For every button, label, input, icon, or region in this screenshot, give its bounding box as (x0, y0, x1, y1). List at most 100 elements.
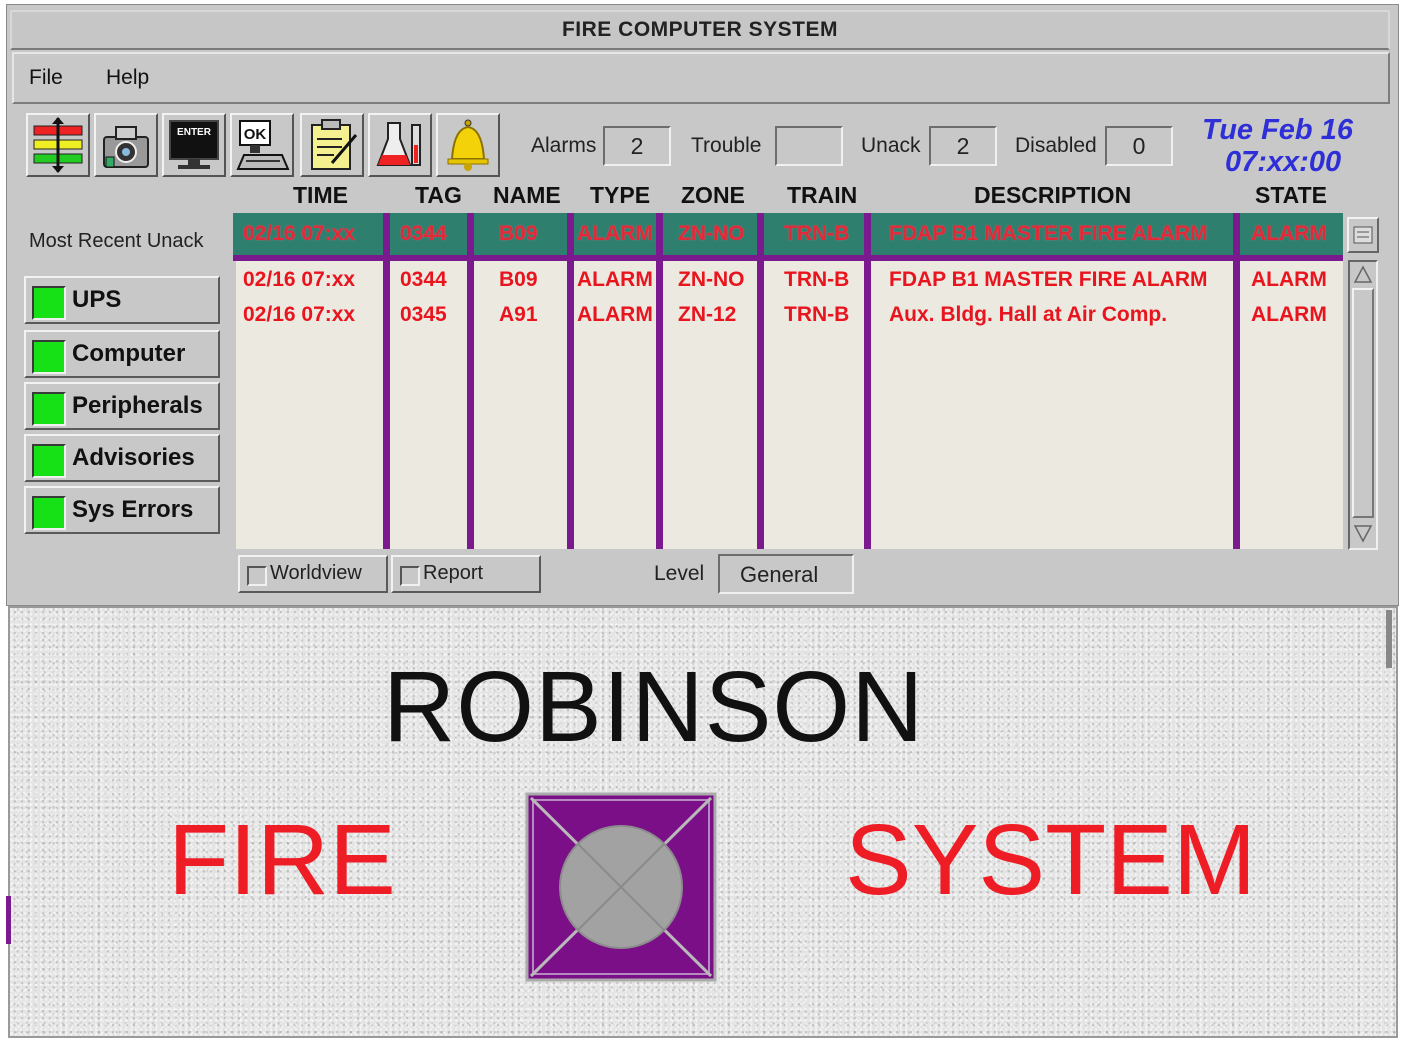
column-divider (383, 213, 390, 549)
clock-date: Tue Feb 16 (1202, 114, 1353, 146)
row-state: ALARM (1251, 303, 1327, 326)
status-lamp-icon (32, 496, 66, 530)
disabled-label: Disabled (1015, 134, 1097, 157)
fire-detector-symbol-icon[interactable] (525, 792, 717, 982)
alarms-label: Alarms (531, 134, 597, 157)
trouble-label: Trouble (691, 134, 762, 157)
row-state: ALARM (1251, 268, 1327, 291)
recent-train: TRN-B (784, 222, 850, 245)
worldview-toggle[interactable]: Worldview (238, 555, 388, 593)
banner-left-word: FIRE (168, 804, 396, 916)
table-row[interactable]: 02/16 07:xx 0344 B09 ALARM ZN-NO TRN-B F… (236, 265, 1343, 299)
column-header-tag: TAG (415, 182, 462, 208)
status-button-label: UPS (72, 286, 122, 313)
column-header-zone: ZONE (681, 182, 745, 208)
layers-button[interactable] (26, 113, 90, 177)
menu-bar: File Help (12, 52, 1390, 104)
column-divider (864, 213, 871, 549)
status-button-label: Computer (72, 340, 186, 367)
column-divider (467, 213, 474, 549)
level-label: Level (654, 562, 705, 585)
lab-flask-button[interactable] (368, 113, 432, 177)
worldview-label: Worldview (270, 562, 362, 584)
recent-type: ALARM (577, 222, 653, 245)
banner-right-word: SYSTEM (845, 804, 1257, 916)
report-toggle[interactable]: Report (391, 555, 541, 593)
column-header-type: TYPE (590, 182, 651, 208)
recent-description: FDAP B1 MASTER FIRE ALARM (889, 222, 1208, 245)
camera-button[interactable] (94, 113, 158, 177)
row-name: A91 (499, 303, 538, 326)
recent-tag: 0344 (400, 222, 447, 245)
most-recent-unack-label: Most Recent Unack (29, 230, 204, 252)
column-divider (567, 213, 574, 549)
column-header-description: DESCRIPTION (974, 182, 1132, 208)
row-tag: 0344 (400, 268, 447, 291)
row-time: 02/16 07:xx (243, 303, 356, 326)
ok-computer-button[interactable]: OK (230, 113, 294, 177)
list-icon (1353, 226, 1373, 244)
row-zone: ZN-12 (678, 303, 737, 326)
table-row[interactable]: 02/16 07:xx 0345 A91 ALARM ZN-12 TRN-B A… (236, 300, 1343, 334)
status-button-sys-errors[interactable]: Sys Errors (24, 486, 220, 534)
recent-time: 02/16 07:xx (243, 222, 356, 245)
clock-time: 07:xx:00 (1225, 146, 1342, 178)
lab-flask-icon (376, 122, 421, 166)
window-title: FIRE COMPUTER SYSTEM (561, 18, 839, 41)
svg-text:OK: OK (244, 126, 267, 143)
unack-count: 2 (929, 126, 997, 166)
status-lamp-icon (32, 444, 66, 478)
banner-title: ROBINSON (383, 651, 925, 763)
recent-row-button[interactable] (1347, 217, 1379, 253)
status-button-advisories[interactable]: Advisories (24, 434, 220, 482)
column-header-time: TIME (293, 182, 348, 208)
column-divider (1233, 213, 1240, 549)
scroll-down-arrow-icon[interactable] (1352, 522, 1374, 544)
status-button-label: Sys Errors (72, 496, 194, 523)
window-title-bar: FIRE COMPUTER SYSTEM (10, 10, 1390, 50)
column-divider (757, 213, 764, 549)
row-train: TRN-B (784, 268, 850, 291)
row-description: FDAP B1 MASTER FIRE ALARM (889, 268, 1208, 291)
notepad-button[interactable] (300, 113, 364, 177)
camera-icon (103, 126, 149, 168)
panel-side-marker (6, 896, 11, 944)
row-train: TRN-B (784, 303, 850, 326)
column-header-name: NAME (493, 182, 561, 208)
checkbox-icon (247, 566, 267, 586)
column-header-train: TRAIN (787, 182, 858, 208)
scrollbar-thumb[interactable] (1352, 288, 1374, 518)
level-select[interactable]: General (718, 554, 854, 594)
panel-edge-marker (1386, 610, 1392, 668)
status-button-peripherals[interactable]: Peripherals (24, 382, 220, 430)
recent-zone: ZN-NO (678, 222, 745, 245)
trouble-count (775, 126, 843, 166)
column-divider (656, 213, 663, 549)
status-button-ups[interactable]: UPS (24, 276, 220, 324)
column-header-state: STATE (1255, 182, 1327, 208)
alarms-count: 2 (603, 126, 671, 166)
recent-name: B09 (499, 222, 538, 245)
enter-terminal-button[interactable]: ENTER (162, 113, 226, 177)
report-label: Report (423, 562, 484, 584)
row-time: 02/16 07:xx (243, 268, 356, 291)
status-lamp-icon (32, 392, 66, 426)
row-zone: ZN-NO (678, 268, 745, 291)
status-button-label: Peripherals (72, 392, 203, 419)
row-type: ALARM (577, 303, 653, 326)
status-button-computer[interactable]: Computer (24, 330, 220, 378)
status-lamp-icon (32, 340, 66, 374)
notepad-icon (311, 119, 358, 170)
row-name: B09 (499, 268, 538, 291)
status-lamp-icon (32, 286, 66, 320)
bell-button[interactable] (436, 113, 500, 177)
menu-file[interactable]: File (29, 66, 63, 90)
scroll-up-arrow-icon[interactable] (1352, 264, 1374, 286)
row-tag: 0345 (400, 303, 447, 326)
bell-icon (447, 119, 489, 171)
layers-icon (33, 117, 83, 173)
recent-state: ALARM (1251, 222, 1327, 245)
unack-label: Unack (861, 134, 921, 157)
row-type: ALARM (577, 268, 653, 291)
menu-help[interactable]: Help (106, 66, 149, 90)
